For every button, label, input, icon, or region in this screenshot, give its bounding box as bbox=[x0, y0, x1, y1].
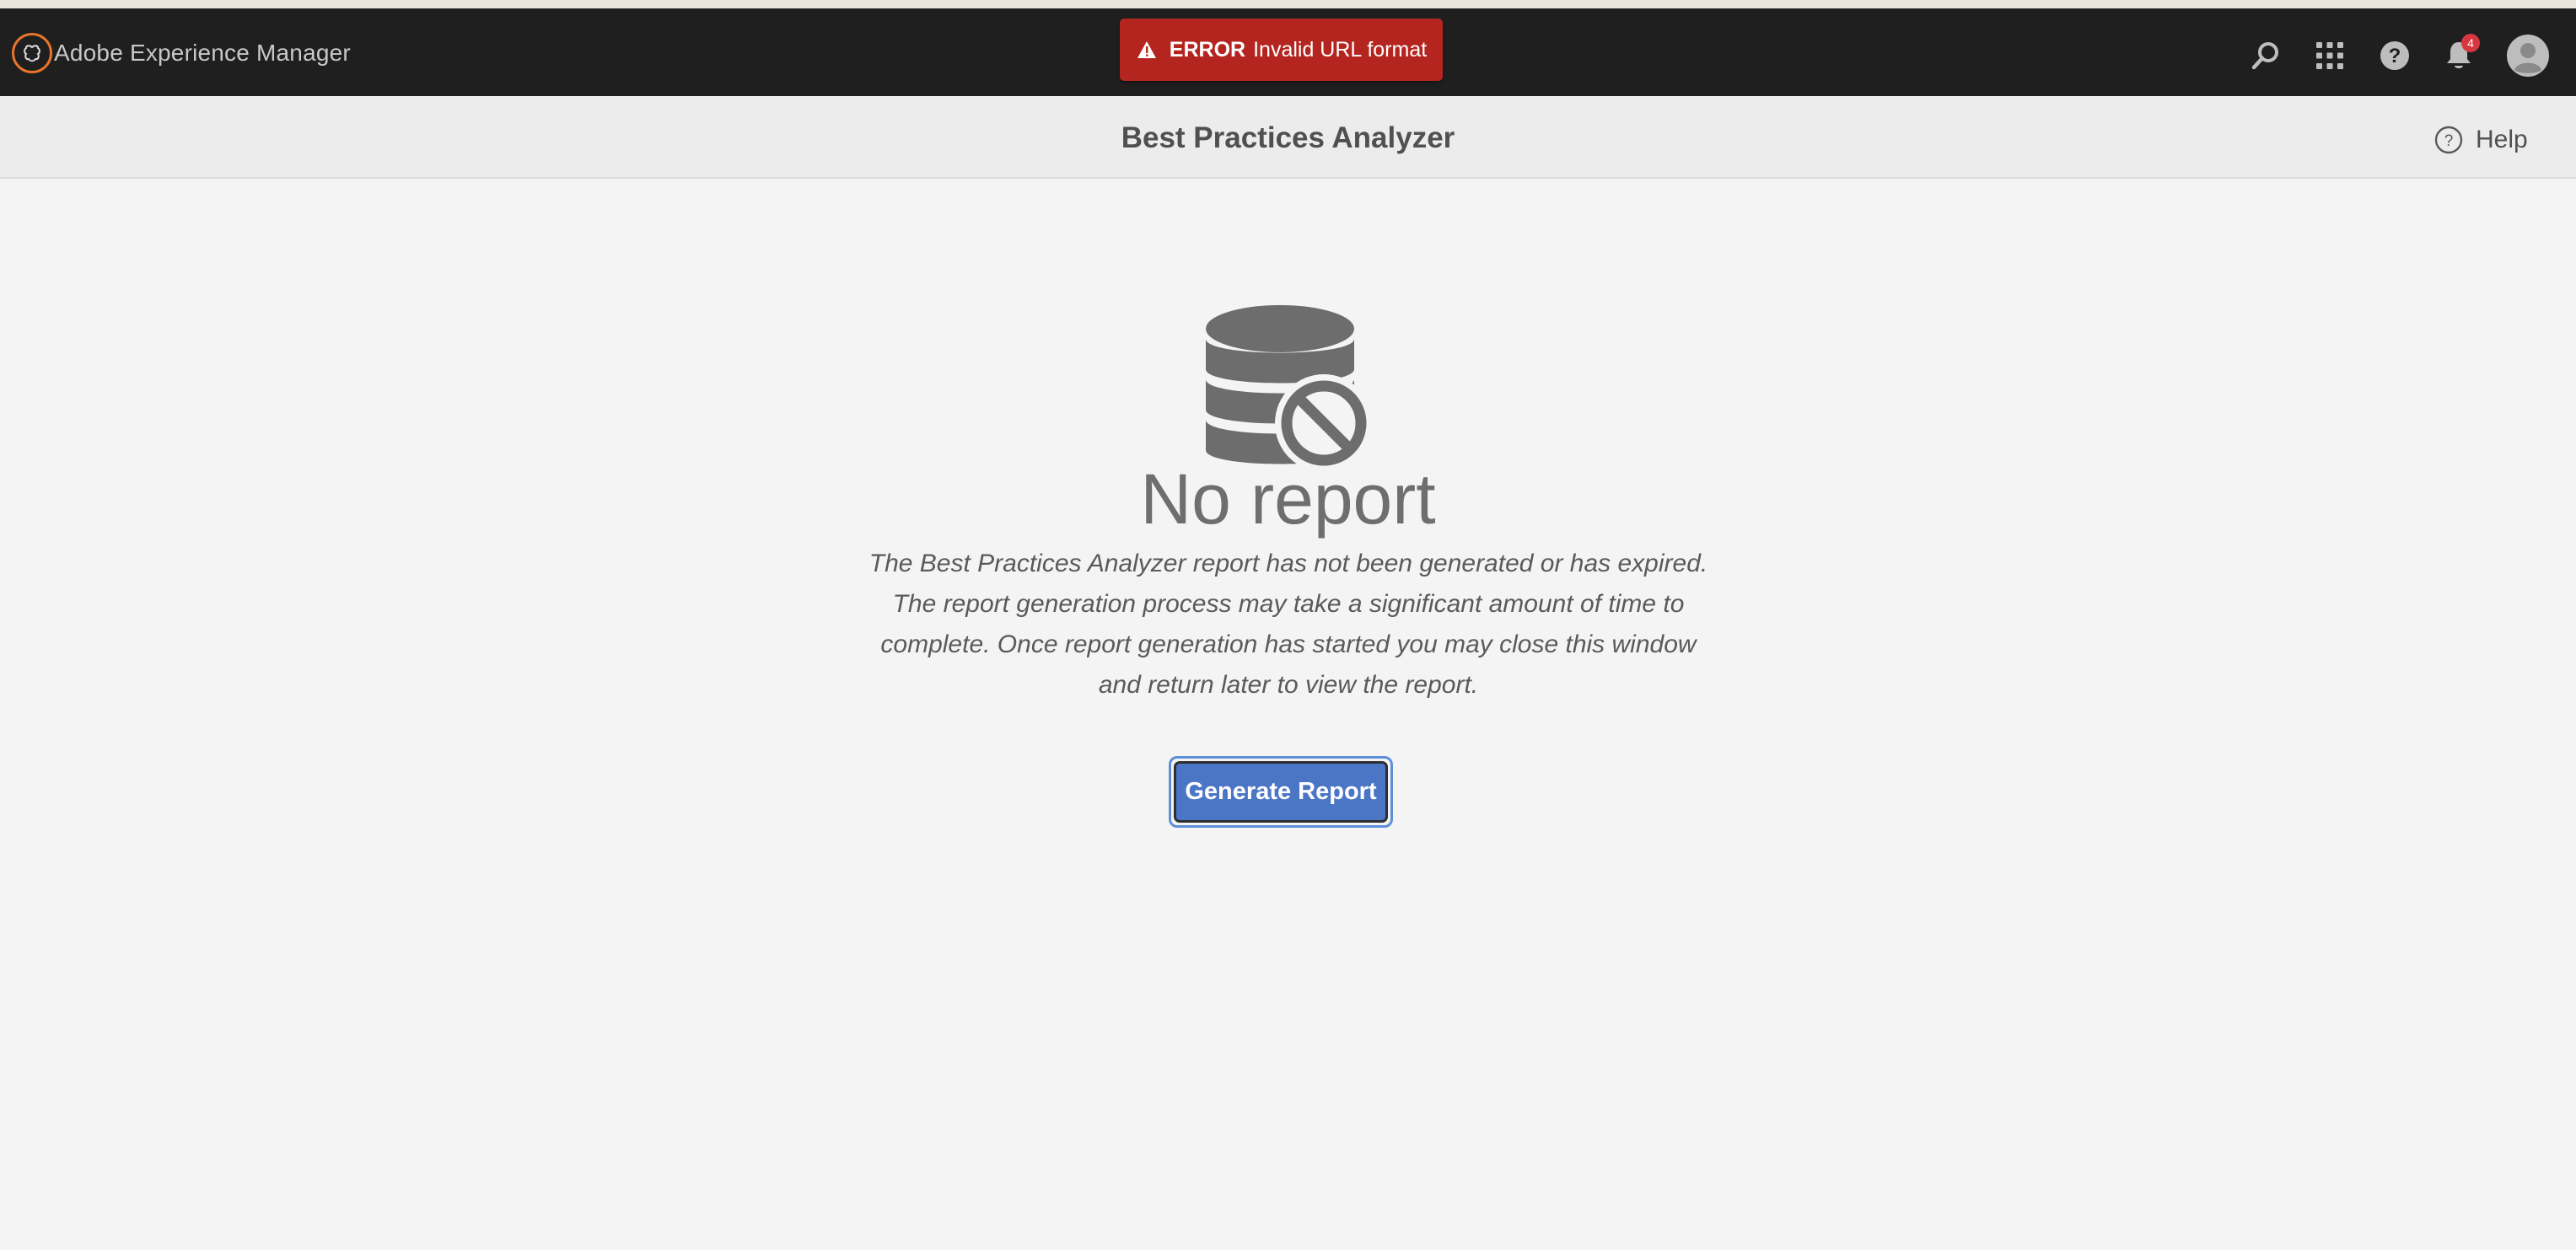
empty-state-heading: No report bbox=[1140, 459, 1436, 539]
help-button[interactable]: ? Help bbox=[2433, 123, 2528, 157]
help-circle-icon: ? bbox=[2433, 125, 2464, 155]
adobe-experience-manager-logo-icon bbox=[12, 33, 52, 73]
solutions-switcher-button[interactable] bbox=[2306, 32, 2353, 79]
shell-header: Adobe Experience Manager ERROR Invalid U… bbox=[0, 8, 2576, 96]
empty-state-description: The Best Practices Analyzer report has n… bbox=[869, 550, 1708, 699]
generate-report-label: Generate Report bbox=[1174, 761, 1388, 823]
toast-message: Invalid URL format bbox=[1253, 37, 1428, 62]
notifications-button[interactable]: 4 bbox=[2435, 32, 2482, 79]
error-toast: ERROR Invalid URL format bbox=[1120, 19, 1443, 81]
grid-icon bbox=[2316, 42, 2343, 69]
top-strip bbox=[0, 0, 2576, 8]
svg-text:?: ? bbox=[2389, 45, 2401, 67]
brand-name: Adobe Experience Manager bbox=[54, 40, 351, 66]
notification-count-badge: 4 bbox=[2461, 34, 2480, 52]
action-bar: Best Practices Analyzer ? Help bbox=[0, 96, 2576, 179]
brand[interactable]: Adobe Experience Manager bbox=[12, 32, 351, 74]
alert-triangle-icon bbox=[1136, 39, 1158, 61]
svg-text:?: ? bbox=[2444, 132, 2454, 150]
search-button[interactable] bbox=[2242, 32, 2289, 79]
page-title: Best Practices Analyzer bbox=[1121, 121, 1455, 154]
database-unavailable-icon bbox=[1200, 305, 1377, 474]
toast-label: ERROR bbox=[1169, 37, 1246, 62]
avatar bbox=[2507, 35, 2549, 77]
generate-report-button[interactable]: Generate Report bbox=[1169, 756, 1393, 828]
help-icon: ? bbox=[2380, 41, 2409, 70]
help-menu-button[interactable]: ? bbox=[2371, 32, 2418, 79]
profile-button[interactable] bbox=[2503, 30, 2553, 81]
search-icon bbox=[2251, 42, 2278, 70]
help-label: Help bbox=[2476, 126, 2528, 153]
